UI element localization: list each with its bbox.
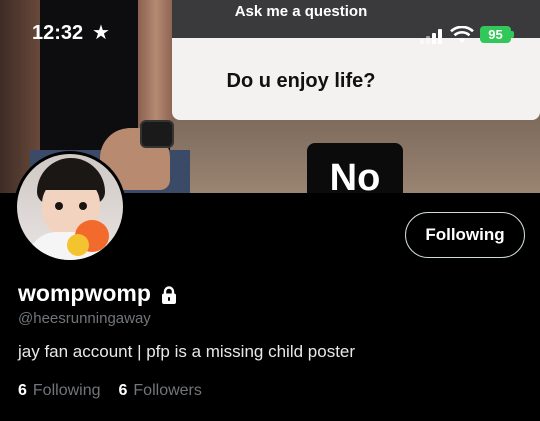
avatar-eye: [55, 202, 63, 210]
avatar[interactable]: [14, 151, 126, 263]
following-count-link[interactable]: 6 Following: [18, 382, 101, 400]
display-name: wompwomp: [18, 280, 151, 306]
follow-counts: 6 Following 6 Followers: [18, 382, 220, 400]
following-label: Following: [32, 382, 101, 399]
followers-count: 6: [118, 382, 128, 399]
star-icon: ★: [92, 22, 110, 44]
battery-icon: 95: [480, 26, 511, 43]
question-text: Do u enjoy life?: [226, 70, 376, 92]
answer-text: No: [329, 157, 381, 193]
followers-label: Followers: [133, 382, 202, 399]
avatar-bangs: [41, 168, 101, 190]
avatar-toy: [67, 234, 89, 256]
avatar-photo: [17, 154, 123, 260]
question-sticker: Ask me a question Do u enjoy life?: [172, 0, 540, 120]
cellular-signal-icon: [420, 28, 442, 44]
battery-level: 95: [488, 27, 503, 42]
following-count: 6: [18, 382, 27, 399]
banner-watch: [140, 120, 174, 148]
status-time: 12:32: [32, 22, 84, 44]
question-header-text: Ask me a question: [234, 3, 368, 20]
following-button[interactable]: Following: [405, 212, 525, 258]
question-sticker-body: Do u enjoy life?: [172, 38, 540, 120]
followers-count-link[interactable]: 6 Followers: [119, 382, 202, 400]
battery-nub: [511, 31, 514, 38]
profile-bio: jay fan account | pfp is a missing child…: [18, 342, 356, 361]
profile-name-row: wompwomp: [18, 280, 179, 307]
wifi-icon: [450, 26, 474, 43]
lock-icon: [161, 285, 176, 304]
profile-handle: @heesrunningaway: [18, 310, 151, 327]
avatar-eye: [79, 202, 87, 210]
answer-card: No: [307, 143, 403, 193]
